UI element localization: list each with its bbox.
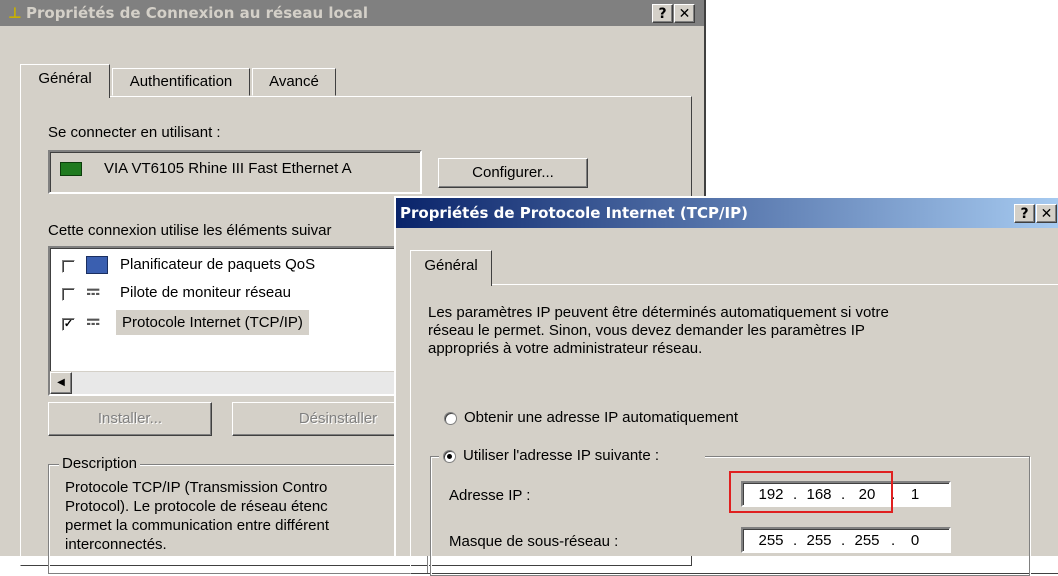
- tab-general[interactable]: Général: [410, 250, 492, 286]
- radio-manual-ip-label: Utiliser l'adresse IP suivante :: [463, 447, 660, 464]
- help-button[interactable]: ?: [1014, 204, 1035, 223]
- network-scheduler-icon: [86, 256, 108, 274]
- help-icon: ?: [1020, 206, 1029, 222]
- description-group: Description Protocole TCP/IP (Transmissi…: [48, 455, 428, 574]
- radio-auto-ip-label: Obtenir une adresse IP automatiquement: [464, 409, 739, 426]
- monitor-checkbox[interactable]: [62, 288, 75, 301]
- close-icon: ✕: [678, 6, 691, 22]
- help-button[interactable]: ?: [652, 4, 673, 23]
- tcpip-properties-dialog: Propriétés de Protocole Internet (TCP/IP…: [394, 196, 1058, 576]
- help-icon: ?: [658, 6, 667, 22]
- radio-auto-ip[interactable]: Obtenir une adresse IP automatiquement: [440, 408, 860, 430]
- arrow-left-icon: ◀: [57, 377, 65, 388]
- tab-advanced[interactable]: Avancé: [252, 68, 336, 96]
- subnet-mask-field[interactable]: 255 . 255 . 255 . 0: [741, 527, 951, 553]
- configure-button[interactable]: Configurer...: [438, 158, 588, 188]
- close-button[interactable]: ✕: [674, 4, 695, 23]
- tab-authentication[interactable]: Authentification: [112, 68, 250, 96]
- component-label: Protocole Internet (TCP/IP): [116, 310, 309, 335]
- close-icon: ✕: [1040, 206, 1053, 222]
- list-item[interactable]: 𝌁 Pilote de moniteur réseau: [56, 282, 416, 306]
- list-item[interactable]: ✓ 𝌁 Protocole Internet (TCP/IP): [56, 310, 416, 338]
- radio-manual-ip-button[interactable]: [443, 450, 456, 463]
- component-label: Planificateur de paquets QoS: [120, 256, 316, 273]
- description-line: Protocol). Le protocole de réseau étenc: [65, 498, 328, 515]
- tcpip-titlebar[interactable]: Propriétés de Protocole Internet (TCP/IP…: [396, 198, 1058, 228]
- horizontal-scrollbar[interactable]: ◀: [50, 371, 426, 394]
- ip-highlight-box: [729, 471, 893, 513]
- component-label: Pilote de moniteur réseau: [120, 284, 291, 301]
- adapter-name: VIA VT6105 Rhine III Fast Ethernet A: [104, 160, 352, 177]
- adapter-field: VIA VT6105 Rhine III Fast Ethernet A: [48, 150, 422, 194]
- info-line: réseau le permet. Sinon, vous devez dema…: [428, 322, 865, 339]
- network-protocol-icon: 𝌁: [86, 314, 101, 331]
- radio-auto-ip-button[interactable]: [444, 412, 457, 425]
- radio-manual-ip[interactable]: Utiliser l'adresse IP suivante :: [439, 446, 705, 468]
- tab-general[interactable]: Général: [20, 64, 110, 98]
- lan-dialog-title: Propriétés de Connexion au réseau local: [26, 4, 368, 22]
- ip-address-label: Adresse IP :: [449, 487, 531, 504]
- connect-using-label: Se connecter en utilisant :: [48, 124, 221, 141]
- mask-octet[interactable]: 255: [847, 532, 887, 549]
- install-button[interactable]: Installer...: [48, 402, 212, 436]
- description-line: Protocole TCP/IP (Transmission Contro: [65, 479, 328, 496]
- description-line: interconnectés.: [65, 536, 167, 553]
- network-adapter-icon: [60, 162, 82, 176]
- network-protocol-icon: 𝌁: [86, 284, 101, 301]
- components-label: Cette connexion utilise les éléments sui…: [48, 222, 332, 239]
- uninstall-button[interactable]: Désinstaller: [232, 402, 396, 436]
- mask-octet[interactable]: 255: [751, 532, 791, 549]
- subnet-mask-label: Masque de sous-réseau :: [449, 533, 619, 550]
- network-connection-icon: ⊥: [8, 4, 22, 22]
- manual-ip-group: Utiliser l'adresse IP suivante : Adresse…: [430, 446, 1030, 576]
- tcpip-checkbox[interactable]: ✓: [62, 318, 75, 331]
- mask-separator: .: [793, 532, 798, 549]
- tcpip-dialog-title: Propriétés de Protocole Internet (TCP/IP…: [400, 204, 748, 222]
- info-line: Les paramètres IP peuvent être déterminé…: [428, 304, 889, 321]
- description-line: permet la communication entre différent: [65, 517, 330, 534]
- qos-checkbox[interactable]: [62, 260, 75, 273]
- close-button[interactable]: ✕: [1036, 204, 1057, 223]
- info-line: appropriés à votre administrateur réseau…: [428, 340, 703, 357]
- mask-octet[interactable]: 0: [895, 532, 935, 549]
- mask-separator: .: [841, 532, 846, 549]
- description-legend: Description: [59, 455, 141, 472]
- scroll-left-button[interactable]: ◀: [50, 372, 72, 394]
- ip-octet[interactable]: 1: [895, 486, 935, 503]
- mask-octet[interactable]: 255: [799, 532, 839, 549]
- components-list[interactable]: Planificateur de paquets QoS 𝌁 Pilote de…: [48, 246, 428, 396]
- list-item[interactable]: Planificateur de paquets QoS: [56, 254, 416, 278]
- lan-properties-titlebar[interactable]: ⊥ Propriétés de Connexion au réseau loca…: [0, 0, 704, 26]
